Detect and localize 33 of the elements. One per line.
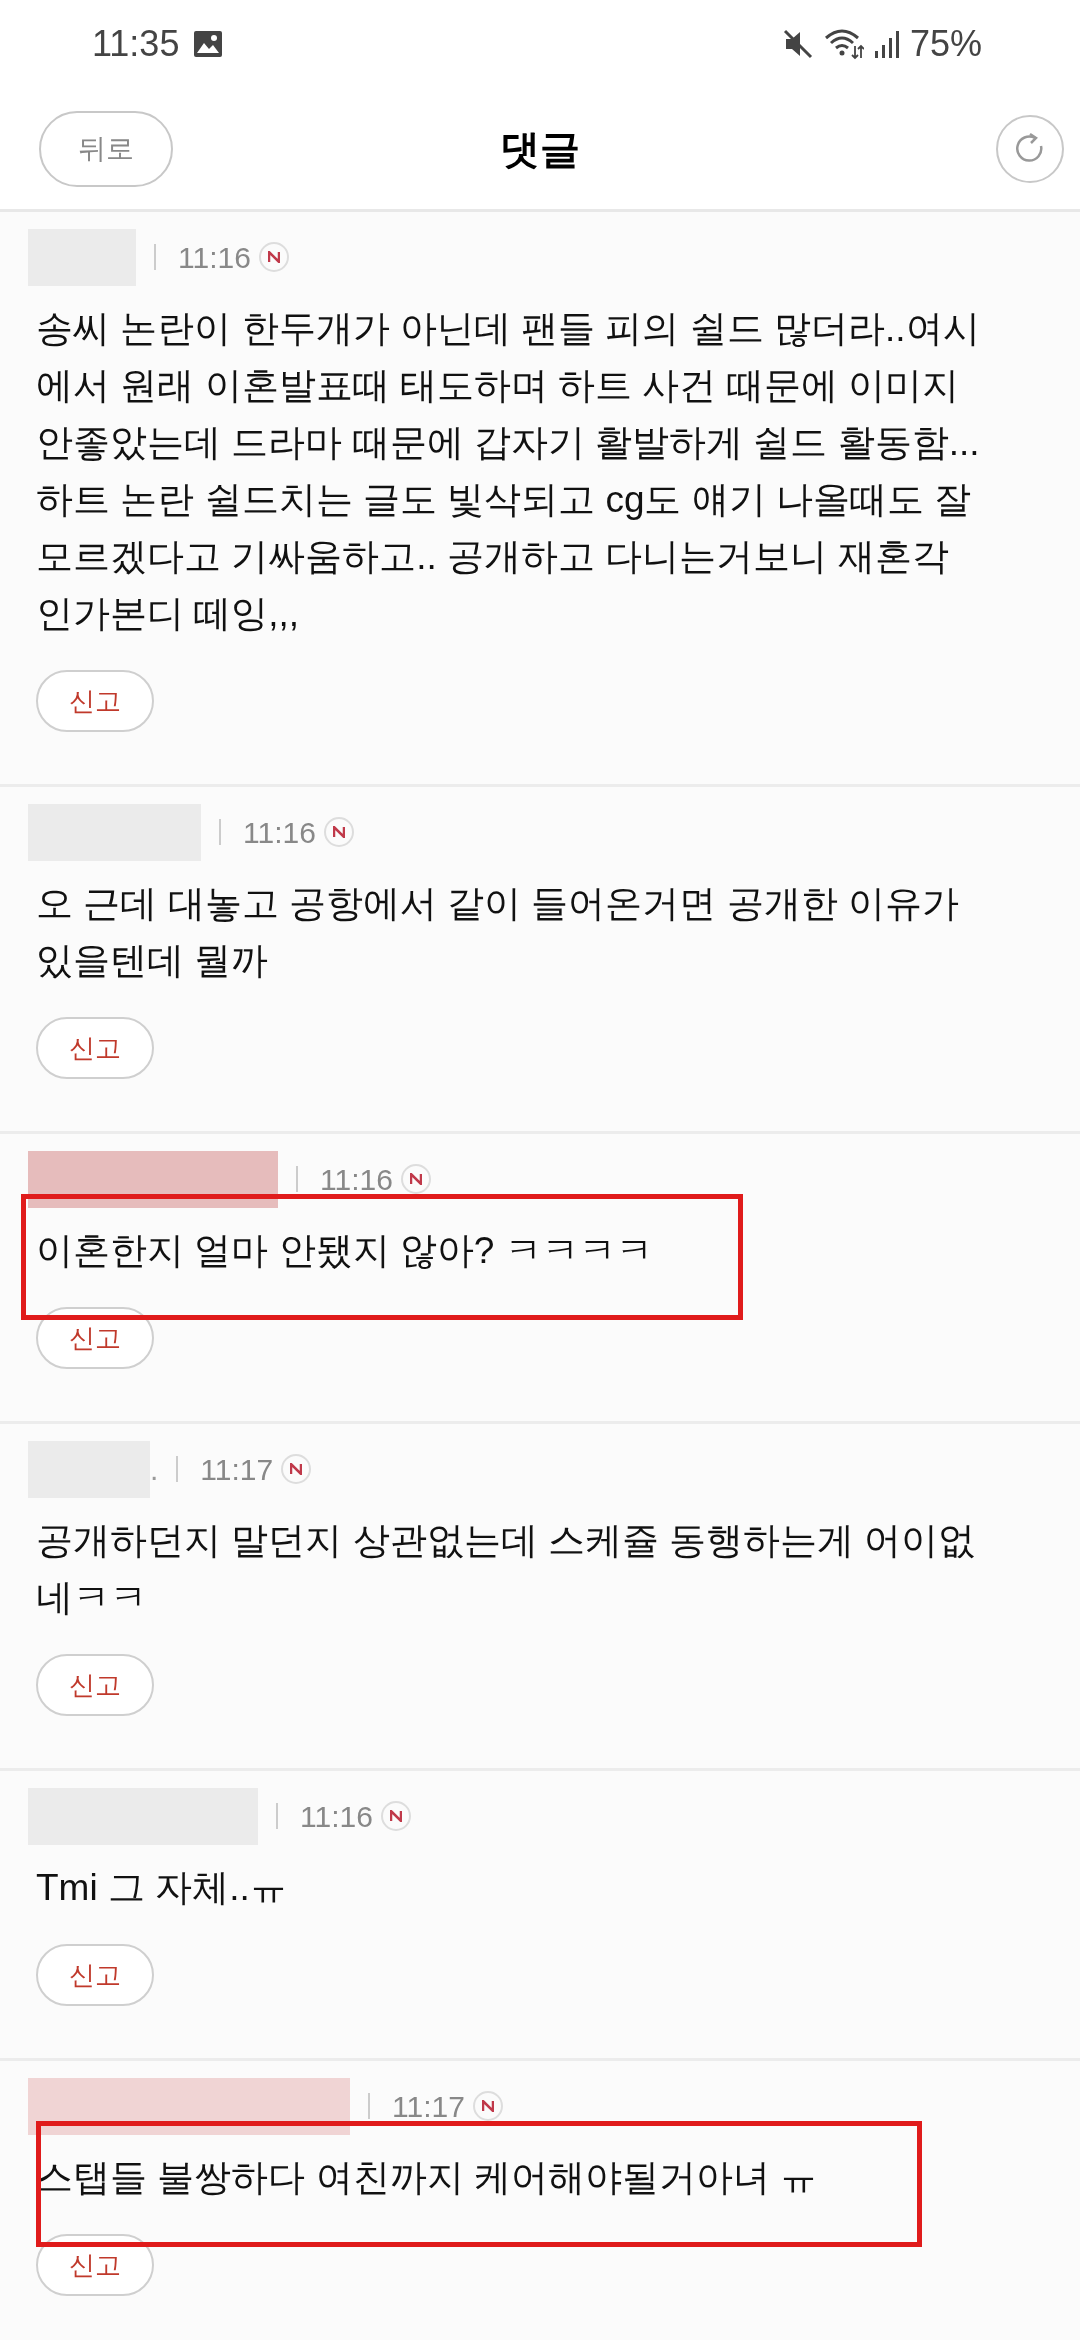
comment-text: 공개하던지 말던지 상관없는데 스케쥴 동행하는게 어이없네ㅋㅋ [36, 1519, 977, 1620]
back-button[interactable]: 뒤로 [39, 110, 173, 187]
battery-percentage: 75% [909, 22, 982, 66]
comment-time: 11:17 [200, 1451, 274, 1488]
image-icon [193, 30, 224, 58]
comment-time: 11:17 [392, 2088, 465, 2125]
report-button[interactable]: 신고 [36, 1307, 154, 1369]
clock: 11:35 [92, 22, 180, 66]
comment-text: 이혼한지 얼마 안됐지 않아? ㅋㅋㅋㅋ [36, 1229, 654, 1273]
comment-time: 11:16 [243, 814, 316, 851]
report-button[interactable]: 신고 [36, 2234, 154, 2296]
comment-time: 11:16 [320, 1161, 393, 1198]
n-letter-icon [267, 251, 280, 263]
comment-text: Tmi 그 자체..ㅠ [36, 1866, 288, 1910]
wifi-icon [823, 28, 864, 60]
signal-icon [873, 29, 900, 59]
comment-text: 스탭들 불쌍하다 여친까지 케어해야될거아녀 ㅠ [36, 2156, 819, 2200]
comment-text: 오 근데 대놓고 공항에서 같이 들어온거면 공개한 이유가 있을텐데 뭘까 [36, 882, 960, 983]
n-letter-icon [332, 826, 345, 838]
n-letter-icon [290, 1463, 303, 1475]
comment-time: 11:16 [178, 239, 251, 276]
report-button[interactable]: 신고 [36, 1944, 154, 2006]
page-title: 댓글 [500, 125, 580, 173]
n-letter-icon [409, 1173, 422, 1185]
mute-icon [781, 28, 814, 60]
report-button[interactable]: 신고 [36, 1017, 154, 1079]
username-fragment: . [150, 1451, 159, 1488]
comment-time: 11:16 [300, 1798, 373, 1835]
n-letter-icon [389, 1810, 402, 1822]
report-button[interactable]: 신고 [36, 670, 154, 732]
comment-text: 송씨 논란이 한두개가 아닌데 팬들 피의 쉴드 많더라..여시에서 원래 이혼발표때 태도하며 하트 사건 때문에 이미지 안좋았는데 드라마 때문에 갑자기 활발하게 쉴드 활동함... 하트 논란 쉴드치는 글도 빛삭되고 cg도 얘기 나올때도 잘 모르겠다고 기싸움하고.. 공개하고 다니는거보니 재혼각인가본디 떼잉,,, [36, 307, 981, 636]
report-button[interactable]: 신고 [36, 1654, 154, 1716]
n-letter-icon [481, 2100, 494, 2112]
